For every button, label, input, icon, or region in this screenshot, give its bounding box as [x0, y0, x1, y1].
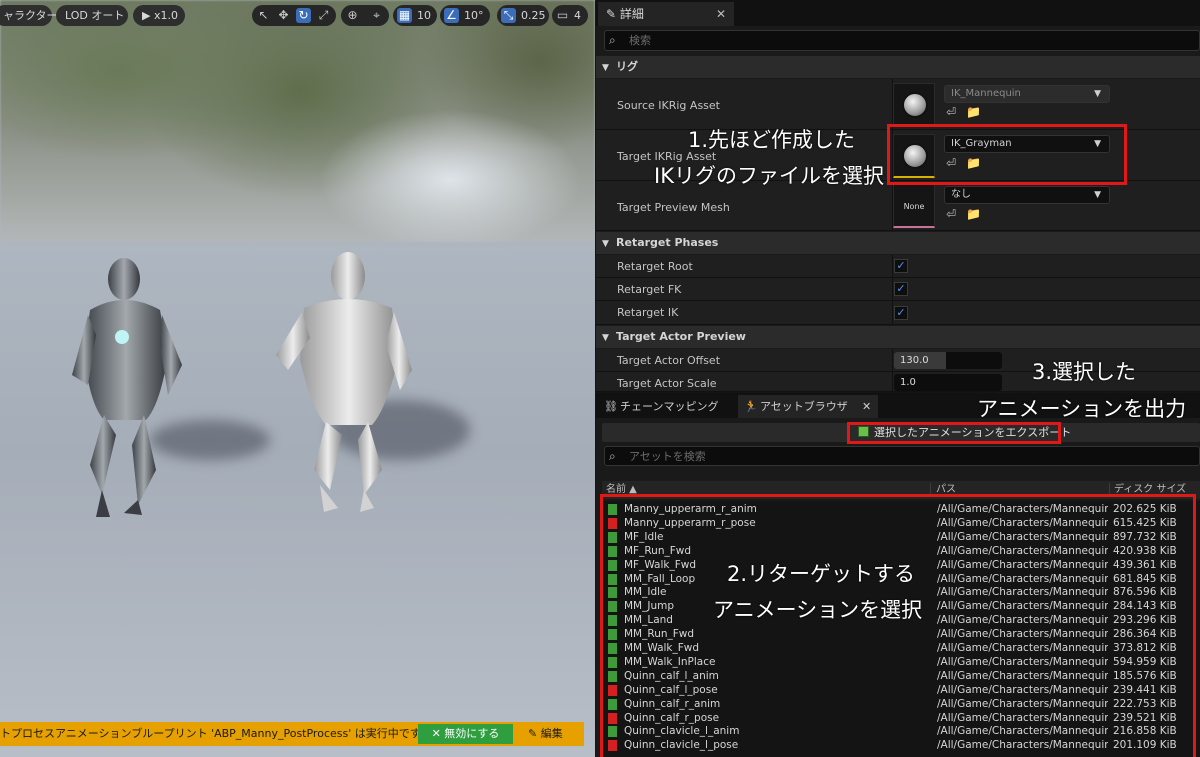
category-rig[interactable]: ▼ リグ: [596, 56, 1200, 78]
use-selected-icon[interactable]: ⏎: [946, 207, 956, 221]
search-icon: ⌕: [609, 33, 616, 47]
grid-snap-icon[interactable]: ▦: [397, 8, 412, 23]
actor-offset-field[interactable]: 130.0: [894, 352, 1002, 369]
preview-viewport[interactable]: ャラクター LOD オート ▶ x1.0 ↖ ✥ ↻ ⤢ ⊕ ⌖ ▦ 10 ∠ …: [0, 0, 595, 757]
lod-menu-button[interactable]: LOD オート: [56, 5, 128, 26]
actor-offset-label: Target Actor Offset: [617, 354, 721, 367]
transform-mode-group: ↖ ✥ ↻ ⤢: [252, 5, 336, 26]
annotation-note1-line2: IKリグのファイルを選択: [654, 164, 884, 188]
warning-text: トプロセスアニメーションブループリント 'ABP_Manny_PostProce…: [0, 727, 431, 740]
browse-folder-icon[interactable]: 📁: [966, 207, 981, 221]
angle-snap-group[interactable]: ∠ 10°: [440, 5, 490, 26]
scale-snap-group[interactable]: ⤡ 0.25: [497, 5, 549, 26]
viewport-background-image: [0, 0, 595, 242]
world-local-icon[interactable]: ⊕: [345, 8, 360, 23]
property-retarget-fk: Retarget FK ✓: [596, 278, 1200, 301]
retarget-fk-label: Retarget FK: [617, 283, 682, 296]
source-ikrig-combo[interactable]: IK_Mannequin ▼: [944, 85, 1110, 103]
actor-scale-field[interactable]: 1.0: [894, 374, 1002, 391]
details-search-input[interactable]: ⌕ 検索: [604, 30, 1200, 51]
retarget-ik-label: Retarget IK: [617, 306, 679, 319]
source-ikrig-label: Source IKRig Asset: [617, 99, 720, 112]
grid-snap-group[interactable]: ▦ 10: [393, 5, 437, 26]
chevron-down-icon: ▼: [1094, 89, 1101, 99]
search-icon: ⌕: [609, 449, 616, 463]
ikrig-asset-icon: [902, 92, 928, 118]
play-icon: ▶: [142, 9, 154, 22]
select-icon[interactable]: ↖: [256, 8, 271, 23]
asset-search-input[interactable]: ⌕ アセットを検索: [604, 446, 1200, 466]
tab-chain-mapping[interactable]: ⛓ チェーンマッピング: [598, 395, 733, 418]
category-retarget-phases[interactable]: ▼ Retarget Phases: [596, 232, 1200, 254]
playback-speed-button[interactable]: ▶ x1.0: [133, 5, 185, 26]
close-tab-icon[interactable]: ✕: [862, 395, 871, 418]
camera-speed-group[interactable]: ▭ 4: [552, 5, 588, 26]
collapse-arrow-icon: ▼: [602, 333, 609, 343]
tab-details[interactable]: ✎ 詳細 ✕: [598, 2, 734, 26]
scale-snap-value: 0.25: [521, 9, 546, 22]
coordinate-group: ⊕ ⌖: [341, 5, 389, 26]
source-ikrig-thumbnail[interactable]: [893, 83, 935, 127]
preview-mesh-label: Target Preview Mesh: [617, 201, 730, 214]
postprocess-warning-bar: トプロセスアニメーションブループリント 'ABP_Manny_PostProce…: [0, 722, 584, 746]
category-target-actor-preview[interactable]: ▼ Target Actor Preview: [596, 326, 1200, 348]
property-retarget-ik: Retarget IK ✓: [596, 301, 1200, 325]
pencil-icon: ✎: [606, 7, 620, 21]
property-source-ikrig: Source IKRig Asset IK_Mannequin ▼ ⏎ 📁: [596, 79, 1200, 130]
target-character-grayman: [276, 252, 412, 512]
annotation-box-export: [847, 422, 1061, 444]
angle-snap-value: 10°: [464, 9, 484, 22]
move-icon[interactable]: ✥: [276, 8, 291, 23]
search-placeholder: 検索: [629, 34, 651, 47]
chevron-down-icon: ▼: [1094, 190, 1101, 200]
viewport-toolbar: ャラクター LOD オート ▶ x1.0 ↖ ✥ ↻ ⤢ ⊕ ⌖ ▦ 10 ∠ …: [0, 5, 595, 27]
camera-icon[interactable]: ▭: [555, 8, 570, 23]
camera-speed-value: 4: [574, 9, 581, 22]
annotation-note2-line1: 2.リターゲットする: [727, 562, 916, 586]
retarget-ik-checkbox[interactable]: ✓: [894, 306, 908, 320]
character-menu-button[interactable]: ャラクター: [0, 5, 58, 26]
source-character-mannequin: [72, 258, 182, 517]
property-retarget-root: Retarget Root ✓: [596, 255, 1200, 278]
browse-folder-icon[interactable]: 📁: [966, 105, 981, 119]
tab-asset-browser[interactable]: 🏃 アセットブラウザ ✕: [738, 395, 878, 418]
preview-mesh-thumbnail[interactable]: None: [893, 184, 935, 228]
annotation-box-asset-list: [600, 494, 1196, 757]
collapse-arrow-icon: ▼: [602, 239, 609, 249]
annotation-box-target-ikrig: [887, 124, 1127, 185]
surface-snap-icon[interactable]: ⌖: [369, 8, 384, 23]
scale-icon[interactable]: ⤢: [316, 8, 331, 23]
scale-snap-icon[interactable]: ⤡: [501, 8, 516, 23]
grid-snap-value: 10: [417, 9, 431, 22]
annotation-note3-line1: 3.選択した: [1032, 360, 1137, 384]
preview-mesh-combo[interactable]: なし ▼: [944, 186, 1110, 204]
chain-icon: ⛓: [604, 400, 618, 413]
use-selected-icon[interactable]: ⏎: [946, 105, 956, 119]
asset-search-placeholder: アセットを検索: [629, 450, 706, 463]
pencil-icon: ✎: [528, 727, 541, 740]
retarget-root-label: Retarget Root: [617, 260, 693, 273]
close-icon: ✕: [431, 727, 445, 740]
running-man-icon: 🏃: [744, 400, 758, 413]
retarget-root-checkbox[interactable]: ✓: [894, 259, 908, 273]
annotation-note1-line1: 1.先ほど作成した: [688, 128, 856, 152]
rotate-icon[interactable]: ↻: [296, 8, 311, 23]
collapse-arrow-icon: ▼: [602, 63, 609, 73]
close-tab-icon[interactable]: ✕: [716, 2, 726, 26]
edit-button[interactable]: ✎ 編集: [528, 724, 563, 744]
disable-button[interactable]: ✕ 無効にする: [418, 724, 513, 744]
annotation-note3-line2: アニメーションを出力: [977, 397, 1187, 421]
details-tab-bar: ✎ 詳細 ✕: [596, 0, 1200, 26]
actor-scale-label: Target Actor Scale: [617, 377, 717, 390]
retarget-fk-checkbox[interactable]: ✓: [894, 282, 908, 296]
details-panel: ✎ 詳細 ✕ ⌕ 検索 ▼ リグ Source IKRig Asset IK_Ma…: [596, 0, 1200, 392]
annotation-note2-line2: アニメーションを選択: [713, 598, 923, 622]
angle-snap-icon[interactable]: ∠: [444, 8, 459, 23]
